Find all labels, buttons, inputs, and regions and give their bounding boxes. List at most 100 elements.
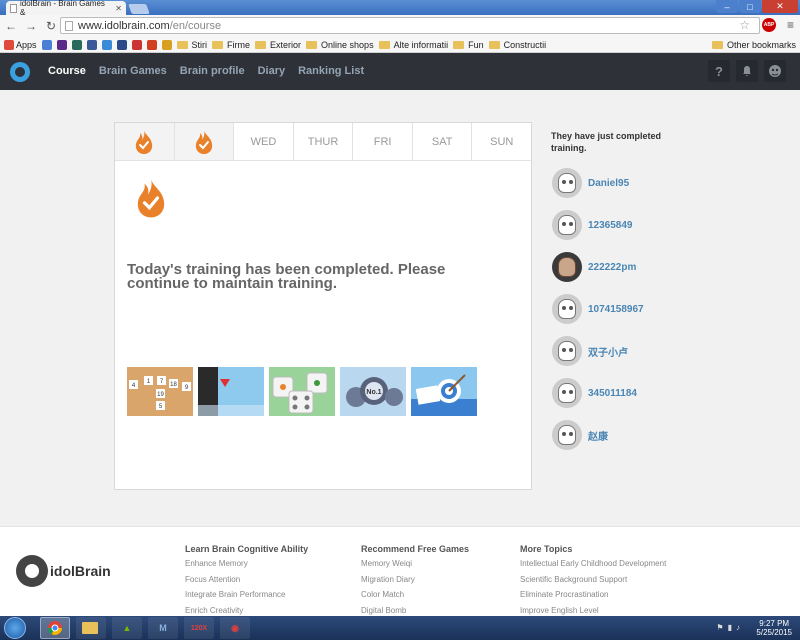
forward-arrow-icon[interactable]: → — [24, 19, 38, 33]
user-name[interactable]: 222222pm — [588, 262, 636, 273]
nvidia-icon[interactable]: ▲ — [112, 617, 142, 639]
avatar — [552, 336, 582, 366]
site-icon[interactable] — [161, 39, 172, 50]
user-name[interactable]: 345011184 — [588, 388, 637, 399]
help-icon[interactable]: ? — [708, 60, 730, 82]
folder-icon — [711, 41, 723, 49]
user-avatar-icon[interactable] — [764, 60, 786, 82]
close-window-icon[interactable]: ✕ — [762, 0, 798, 13]
site-icon[interactable] — [131, 39, 142, 50]
menu-icon[interactable]: ≡ — [787, 18, 794, 32]
avatar — [552, 294, 582, 324]
day-fri: FRI — [353, 123, 413, 160]
maximize-icon[interactable]: □ — [739, 0, 761, 13]
site-icon[interactable] — [101, 39, 112, 50]
user-name[interactable]: 12365849 — [588, 220, 633, 231]
day-mon — [115, 123, 175, 160]
direction-game[interactable] — [198, 367, 264, 416]
user-name[interactable]: 赵康 — [588, 428, 608, 443]
bell-icon[interactable] — [736, 60, 758, 82]
number-grid-game[interactable]: 4 1 7 18 9 19 5 — [127, 367, 193, 416]
flame-check-icon — [136, 129, 153, 154]
tray-flag-icon[interactable]: ⚑ — [716, 623, 723, 632]
user-name[interactable]: 1074158967 — [588, 304, 644, 315]
list-item[interactable]: 345011184 — [552, 372, 644, 414]
folder-icon — [212, 40, 224, 49]
nav-brain-games[interactable]: Brain Games — [99, 65, 167, 77]
list-item[interactable]: 1074158967 — [552, 288, 644, 330]
browser-icon[interactable]: ◉ — [220, 617, 250, 639]
window-titlebar: idolBrain - Brain Games & ✕ – □ ✕ — [0, 0, 800, 17]
flame-check-icon — [195, 129, 213, 154]
training-panel: WED THUR FRI SAT SUN Today's training ha… — [114, 122, 532, 490]
system-tray: ⚑ ▮ ♪ — [716, 623, 740, 632]
day-wed: WED — [234, 123, 294, 160]
system-clock[interactable]: 9:27 PM 5/25/2015 — [756, 619, 792, 637]
bookmark-folder[interactable]: Firme — [212, 40, 250, 50]
list-item[interactable]: Daniel95 — [552, 162, 644, 204]
svg-text:No.1: No.1 — [366, 389, 381, 396]
close-tab-icon[interactable]: ✕ — [115, 4, 122, 13]
reload-icon[interactable]: ↻ — [44, 19, 58, 33]
google-icon[interactable] — [41, 39, 52, 50]
bookmark-folder[interactable]: Exterior — [255, 40, 301, 50]
adblock-icon[interactable]: ABP — [762, 18, 776, 32]
start-button[interactable] — [4, 617, 26, 639]
footer-column-topics: More Topics Intellectual Early Childhood… — [520, 544, 667, 615]
new-tab-button[interactable] — [128, 4, 150, 14]
facebook-icon[interactable] — [86, 39, 97, 50]
nav-ranking-list[interactable]: Ranking List — [298, 65, 364, 77]
flame-check-icon — [137, 178, 165, 218]
folder-icon[interactable] — [76, 617, 106, 639]
week-strip: WED THUR FRI SAT SUN — [115, 123, 531, 161]
site-icon[interactable] — [71, 39, 82, 50]
maxthon-icon[interactable]: M — [148, 617, 178, 639]
user-name[interactable]: 双子小卢 — [588, 344, 628, 359]
nav-course[interactable]: Course — [48, 65, 86, 77]
site-footer: idolBrain Learn Brain Cognitive Ability … — [0, 526, 800, 616]
bookmark-apps[interactable]: Apps — [4, 39, 37, 50]
target-game[interactable] — [411, 367, 477, 416]
bookmark-folder[interactable]: Online shops — [306, 40, 374, 50]
address-bar[interactable]: www.idolbrain.com/en/course — [60, 17, 760, 34]
folder-icon — [488, 40, 500, 49]
browser-toolbar: ← → ↻ www.idolbrain.com/en/course ☆ ABP … — [0, 15, 800, 37]
site-icon[interactable] — [116, 39, 127, 50]
minimize-icon[interactable]: – — [716, 0, 738, 13]
user-name[interactable]: Daniel95 — [588, 178, 629, 189]
bookmark-folder[interactable]: Fun — [453, 40, 484, 50]
browser-tab[interactable]: idolBrain - Brain Games & ✕ — [6, 0, 126, 17]
chrome-icon[interactable] — [40, 617, 70, 639]
bookmark-folder[interactable]: Stiri — [176, 40, 207, 50]
nav-brain-profile[interactable]: Brain profile — [180, 65, 245, 77]
list-item[interactable]: 222222pm — [552, 246, 644, 288]
bookmark-folder[interactable]: Alte informatii — [378, 40, 448, 50]
apps-grid-icon — [4, 39, 14, 50]
yahoo-icon[interactable] — [56, 39, 67, 50]
game-thumbnails: 4 1 7 18 9 19 5 No.1 — [127, 367, 477, 416]
bookmark-star-icon[interactable]: ☆ — [739, 18, 750, 32]
idolbrain-logo-icon[interactable] — [10, 62, 30, 82]
idolbrain-logo-icon — [16, 555, 48, 587]
tray-network-icon[interactable]: ▮ — [728, 623, 732, 632]
list-item[interactable]: 双子小卢 — [552, 330, 644, 372]
list-item[interactable]: 赵康 — [552, 414, 644, 456]
recent-completers-list: Daniel95 12365849 222222pm 1074158967 双子… — [552, 162, 644, 456]
other-bookmarks[interactable]: Other bookmarks — [711, 40, 796, 50]
site-icon[interactable] — [146, 39, 157, 50]
day-thur: THUR — [294, 123, 354, 160]
footer-column-games: Recommend Free Games Memory Weiqi Migrat… — [361, 544, 470, 615]
footer-logo[interactable]: idolBrain — [16, 555, 111, 587]
avatar — [552, 378, 582, 408]
list-item[interactable]: 12365849 — [552, 204, 644, 246]
folder-icon — [453, 40, 465, 49]
120x-icon[interactable]: 120X — [184, 617, 214, 639]
bookmark-folder[interactable]: Constructii — [488, 40, 546, 50]
gear-number-game[interactable]: No.1 — [340, 367, 406, 416]
nav-diary[interactable]: Diary — [258, 65, 286, 77]
day-sat: SAT — [413, 123, 473, 160]
folder-icon — [306, 40, 318, 49]
dice-color-game[interactable] — [269, 367, 335, 416]
tray-volume-icon[interactable]: ♪ — [736, 623, 740, 632]
back-arrow-icon[interactable]: ← — [4, 19, 18, 33]
